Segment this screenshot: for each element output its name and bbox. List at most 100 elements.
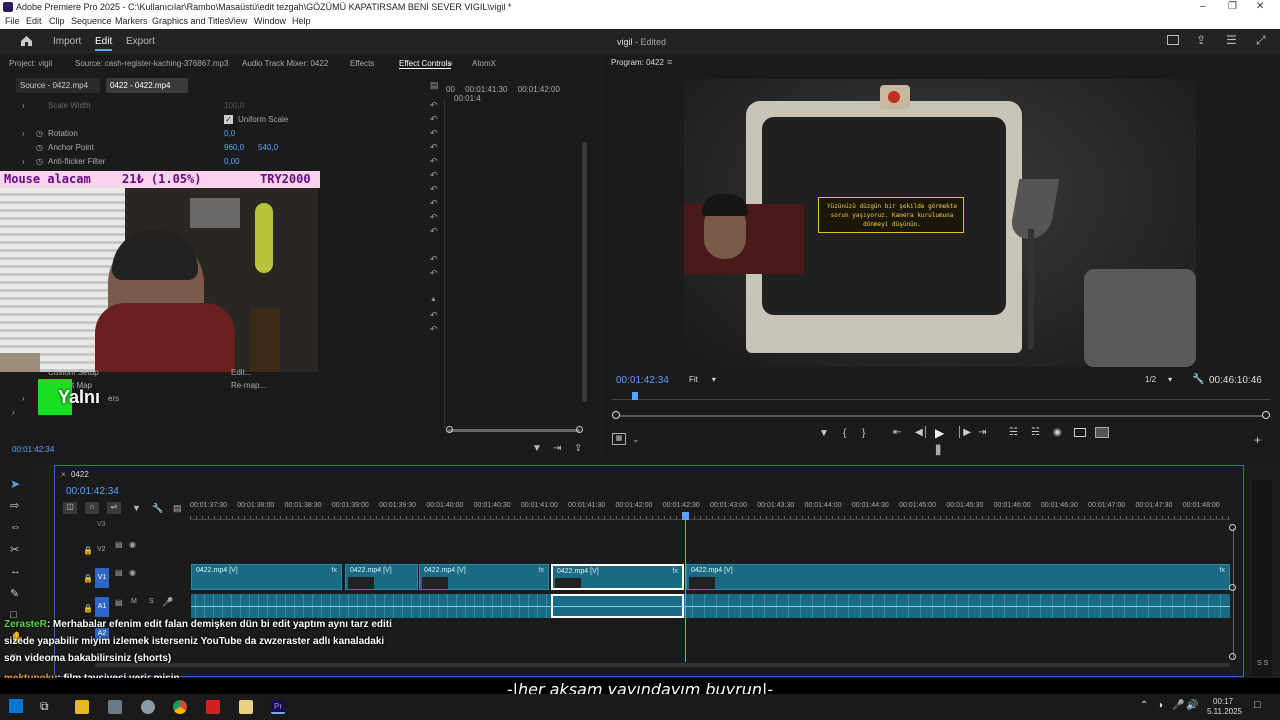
menu-markers[interactable]: Markers [115, 16, 148, 26]
reset-icon[interactable]: ↶ [430, 142, 438, 153]
left-timecode[interactable]: 00:01:42:34 [12, 445, 54, 454]
timeline-hscroll[interactable] [95, 663, 1230, 667]
tab-atomx[interactable]: AtomX [472, 59, 496, 68]
menu-sequence[interactable]: Sequence [71, 16, 112, 26]
app-icon[interactable] [239, 700, 253, 714]
vscroll-handle[interactable] [1229, 524, 1236, 531]
menu-help[interactable]: Help [292, 16, 311, 26]
captions-icon[interactable]: ▤ [173, 503, 182, 514]
rotation-value[interactable]: 0,0 [224, 129, 235, 138]
expand-arrow[interactable]: › [12, 408, 15, 417]
program-playhead[interactable] [632, 392, 638, 400]
tab-source[interactable]: Source: cash-register-kaching-376867.mp3 [75, 59, 228, 68]
premiere-taskbar-icon[interactable]: Pr [271, 700, 285, 714]
mark-out-icon[interactable]: } [862, 428, 865, 439]
program-zoom-bar[interactable] [616, 415, 1266, 417]
video-clip[interactable]: 0422.mp4 [V] [345, 564, 418, 590]
close-sequence-icon[interactable]: × [61, 470, 66, 479]
tab-project[interactable]: Project: vigil [9, 59, 52, 68]
anchor-y-value[interactable]: 540,0 [258, 143, 278, 152]
stopwatch-icon[interactable]: ◷ [36, 143, 43, 152]
reset-icon[interactable]: ↶ [430, 156, 438, 167]
chevron-down-icon[interactable]: ⌄ [632, 434, 640, 445]
home-icon[interactable] [20, 35, 33, 47]
clock-time[interactable]: 00:17 [1213, 697, 1233, 706]
camera-icon[interactable]: ◉ [1053, 427, 1062, 438]
program-menu-icon[interactable]: ≡ [667, 57, 672, 67]
remap-link[interactable]: Re-map... [231, 381, 266, 390]
app-icon[interactable] [141, 700, 155, 714]
fit-dropdown[interactable]: Fit ▾ [686, 373, 732, 386]
vertical-scrollbar[interactable] [582, 142, 587, 402]
wrench-icon[interactable]: 🔧 [1192, 374, 1204, 385]
lock-icon[interactable]: 🔒 [83, 574, 93, 583]
reset-icon[interactable]: ↶ [430, 268, 438, 279]
tab-menu-icon[interactable]: ≡ [448, 59, 453, 68]
vscroll-handle[interactable] [1229, 653, 1236, 660]
drag-handle-icon[interactable]: ▋ [936, 445, 943, 456]
add-button-icon[interactable]: + [1254, 433, 1261, 447]
menu-view[interactable]: View [228, 16, 247, 26]
zoom-scrollbar[interactable] [448, 429, 580, 432]
anti-flicker-value[interactable]: 0,00 [224, 157, 240, 166]
menu-file[interactable]: File [5, 16, 20, 26]
zoom-handle-right[interactable] [1262, 411, 1270, 419]
safe-margins-icon[interactable] [1095, 427, 1109, 438]
share-icon[interactable]: ⇪ [1196, 33, 1206, 47]
export-tab[interactable]: Export [126, 36, 155, 47]
menu-clip[interactable]: Clip [49, 16, 65, 26]
eye-icon[interactable]: ◉ [129, 540, 136, 549]
import-tab[interactable]: Import [53, 36, 81, 47]
settings-grid-icon[interactable]: ▦ [612, 433, 626, 445]
reset-icon[interactable]: ↶ [430, 212, 438, 223]
volume-icon[interactable]: 🔊 [1186, 700, 1198, 711]
voiceover-mic-icon[interactable]: 🎤 [162, 597, 173, 608]
reset-icon[interactable]: ↶ [430, 170, 438, 181]
sync-lock-icon[interactable]: ▤ [115, 540, 123, 549]
play-icon[interactable]: ▶ [935, 426, 944, 440]
mute-button[interactable]: M [131, 598, 137, 605]
video-clip[interactable]: 0422.mp4 [V] fx [686, 564, 1230, 590]
expand-arrow[interactable]: › [22, 394, 25, 403]
panel-layout-icon[interactable] [1167, 35, 1179, 45]
track-select-icon[interactable]: ⇨ [10, 499, 19, 512]
source-clip-tab[interactable]: Source - 0422.mp4 [16, 78, 100, 93]
zoom-handle-left[interactable] [612, 411, 620, 419]
step-back-icon[interactable]: ◀│ [915, 427, 929, 438]
play-only-audio-icon[interactable]: ⇥ [553, 443, 561, 454]
linked-selection-icon[interactable]: ⇌ [107, 502, 121, 514]
tab-effects[interactable]: Effects [350, 59, 374, 68]
timeline-timecode[interactable]: 00:01:42:34 [66, 486, 119, 497]
workspace-menu-icon[interactable]: ☰ [1226, 33, 1237, 47]
video-clip[interactable]: 0422.mp4 [V] fx [419, 564, 549, 590]
reset-icon[interactable]: ↶ [430, 128, 438, 139]
lock-icon[interactable]: 🔒 [83, 604, 93, 613]
expand-arrow[interactable]: › [22, 129, 25, 138]
selection-tool-icon[interactable]: ➤ [10, 477, 20, 491]
uniform-scale-checkbox[interactable]: ✓ [224, 115, 233, 124]
windows-start-icon[interactable] [9, 699, 23, 713]
step-forward-icon[interactable]: │▶ [957, 427, 971, 438]
collapse-icon[interactable]: ▲ [430, 296, 437, 303]
notifications-icon[interactable]: □ [1254, 699, 1261, 711]
program-timecode[interactable]: 00:01:42:34 [616, 375, 669, 386]
sync-lock-icon[interactable]: ▤ [115, 598, 123, 607]
app-icon[interactable] [108, 700, 122, 714]
expand-arrow[interactable]: › [22, 157, 25, 166]
scroll-handle-left[interactable] [446, 426, 453, 433]
edit-tab[interactable]: Edit [95, 36, 113, 51]
ripple-edit-icon[interactable]: ⇔ [10, 521, 21, 533]
sequence-tab[interactable]: 0422 [71, 470, 89, 479]
tab-effect-controls[interactable]: Effect Controls [399, 59, 452, 69]
menu-window[interactable]: Window [254, 16, 286, 26]
timeline-playhead[interactable] [685, 512, 686, 662]
go-to-out-icon[interactable]: ⇥ [978, 427, 986, 438]
anchor-x-value[interactable]: 960,0 [224, 143, 244, 152]
stopwatch-icon[interactable]: ◷ [36, 129, 43, 138]
timeline-settings-icon[interactable]: 🔧 [152, 503, 163, 514]
reset-icon[interactable]: ↶ [430, 100, 438, 111]
add-marker-icon[interactable]: ▼ [132, 503, 141, 513]
resolution-dropdown[interactable]: 1/2 ▾ [1142, 373, 1182, 386]
playhead-handle[interactable] [682, 512, 689, 520]
lift-icon[interactable]: ☵ [1009, 427, 1018, 438]
